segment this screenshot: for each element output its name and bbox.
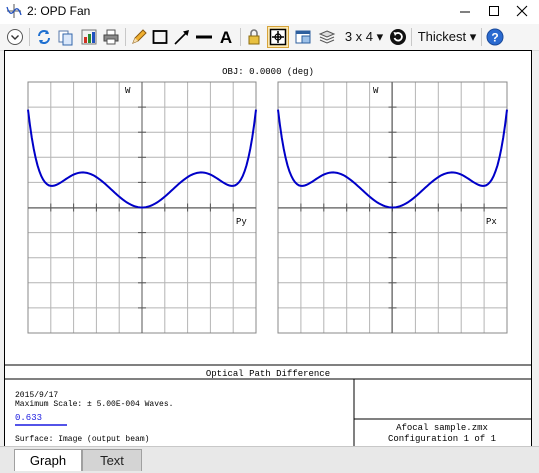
toolbar-separator	[29, 28, 30, 46]
opd-fan-plot-area: OBJ: 0.0000 (deg) W Py W Px Optical Path…	[4, 50, 532, 447]
layers-icon[interactable]	[318, 27, 336, 47]
lock-icon[interactable]	[245, 27, 263, 47]
line-thickness-dropdown[interactable]: Thickest ▾	[416, 27, 478, 47]
tab-graph[interactable]: Graph	[14, 449, 82, 471]
object-angle-header: OBJ: 0.0000 (deg)	[222, 67, 314, 77]
layout-grid-dropdown[interactable]: 3 x 4 ▾	[342, 27, 386, 47]
close-button[interactable]	[512, 2, 532, 20]
toolbar-separator	[125, 28, 126, 46]
line-tool-icon[interactable]	[194, 27, 214, 47]
svg-text:A: A	[220, 28, 232, 46]
tab-text[interactable]: Text	[82, 449, 142, 471]
maximize-button[interactable]	[484, 2, 504, 20]
toolbar-separator	[411, 28, 412, 46]
rectangle-tool-icon[interactable]	[151, 27, 169, 47]
svg-text:?: ?	[491, 31, 498, 45]
toolbar-separator	[481, 28, 482, 46]
configuration-text: Configuration 1 of 1	[388, 434, 496, 444]
pencil-icon[interactable]	[130, 27, 148, 47]
max-scale-text: Maximum Scale: ± 5.00E-004 Waves.	[15, 400, 173, 409]
file-name-text: Afocal sample.zmx	[396, 423, 488, 433]
plot-title: Optical Path Difference	[206, 369, 330, 379]
minimize-button[interactable]	[455, 2, 475, 20]
surface-text: Surface: Image (output beam)	[15, 435, 149, 444]
export-graphic-icon[interactable]	[80, 27, 98, 47]
opd-fan-app-icon	[6, 3, 22, 19]
help-icon[interactable]: ?	[486, 27, 504, 47]
text-tool-icon[interactable]: A	[217, 27, 235, 47]
window-layout-icon[interactable]	[294, 27, 312, 47]
print-icon[interactable]	[102, 27, 120, 47]
toolbar-separator	[240, 28, 241, 46]
title-bar: 2: OPD Fan	[0, 0, 539, 25]
wavelength-legend-text: 0.633	[15, 413, 42, 423]
x-axis-label: Px	[486, 217, 497, 227]
refresh-icon[interactable]	[35, 27, 53, 47]
rotate-icon[interactable]	[389, 27, 407, 47]
window-title: 2: OPD Fan	[27, 4, 91, 18]
arrow-tool-icon[interactable]	[173, 27, 191, 47]
toolbar: A 3 x 4 ▾ Thickest ▾ ?	[0, 24, 539, 51]
opd-fan-tangential-panel: W Py	[27, 81, 257, 334]
crosshair-toggle-icon[interactable]	[267, 26, 289, 48]
copy-icon[interactable]	[57, 27, 75, 47]
opd-fan-sagittal-panel: W Px	[277, 81, 508, 334]
settings-chevron-button[interactable]	[6, 27, 24, 47]
date-text: 2015/9/17	[15, 391, 58, 400]
tab-bar: Graph Text	[0, 446, 539, 473]
y-axis-label: W	[125, 86, 131, 96]
x-axis-label: Py	[236, 217, 247, 227]
y-axis-label: W	[373, 86, 379, 96]
